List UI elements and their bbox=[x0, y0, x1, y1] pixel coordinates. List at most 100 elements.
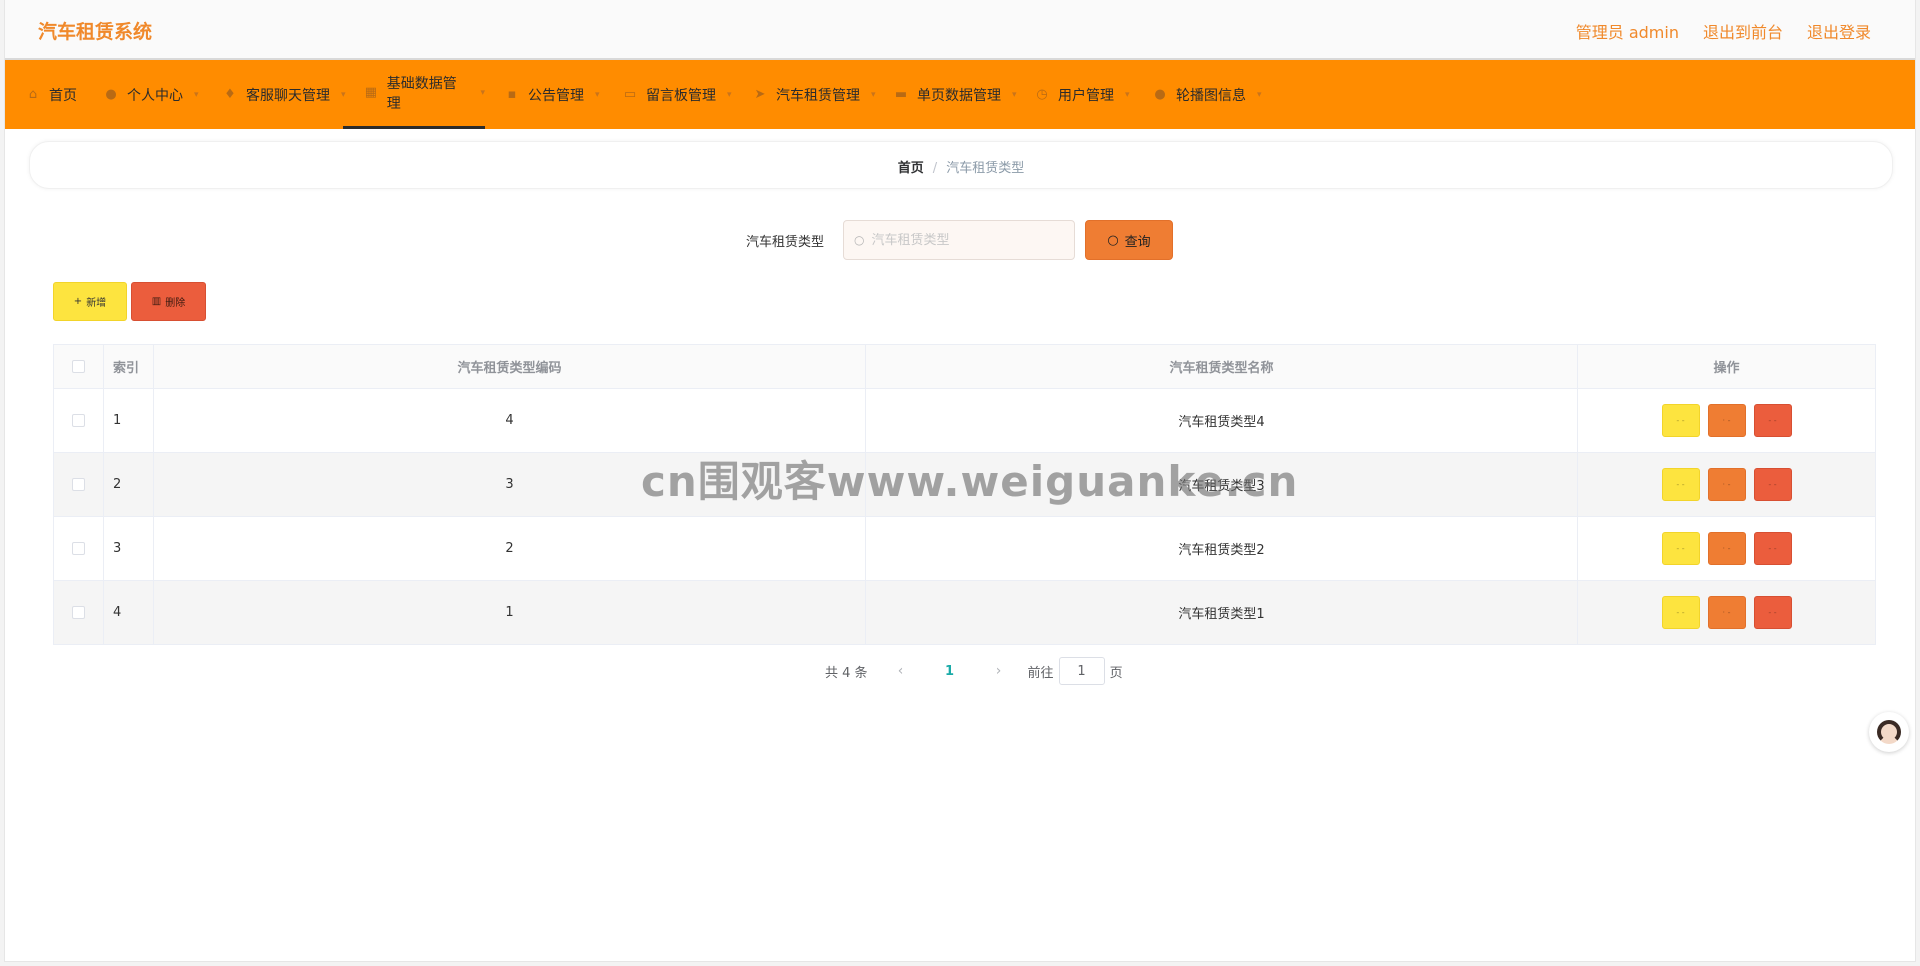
breadcrumb-separator: / bbox=[932, 161, 938, 176]
nav-carousel[interactable]: ● 轮播图信息 ▾ bbox=[1153, 60, 1262, 129]
nav-profile[interactable]: ● 个人中心 ▾ bbox=[104, 60, 199, 129]
row-checkbox[interactable] bbox=[72, 478, 85, 491]
row-index: 4 bbox=[103, 580, 154, 645]
detail-button[interactable]: - - bbox=[1661, 468, 1700, 501]
user-icon: ● bbox=[1154, 86, 1166, 102]
nav-single-page[interactable]: ▬ 单页数据管理 ▾ bbox=[894, 60, 1017, 129]
chevron-down-icon: ▾ bbox=[727, 89, 732, 100]
row-checkbox[interactable] bbox=[72, 542, 85, 555]
chevron-down-icon: ▾ bbox=[595, 89, 600, 100]
nav-label: 留言板管理 bbox=[646, 87, 716, 104]
pagination: 共 4 条 ‹ 1 › 前往 页 bbox=[825, 657, 1123, 685]
edit-button[interactable]: · - bbox=[1707, 468, 1746, 501]
nav-label: 用户管理 bbox=[1058, 87, 1114, 104]
breadcrumb-current: 汽车租赁类型 bbox=[946, 161, 1025, 176]
search-input[interactable] bbox=[871, 232, 1052, 248]
row-checkbox-cell bbox=[53, 388, 104, 453]
header-actions: 操作 bbox=[1577, 344, 1876, 389]
chevron-down-icon: ▾ bbox=[1257, 89, 1262, 100]
front-page-link[interactable]: 退出到前台 bbox=[1703, 19, 1783, 43]
nav-car-rental[interactable]: ➤ 汽车租赁管理 ▾ bbox=[753, 60, 876, 129]
row-name: 汽车租赁类型3 bbox=[865, 452, 1578, 517]
select-all-cell bbox=[53, 344, 104, 389]
nav-label: 基础数据管理 bbox=[386, 76, 457, 112]
chevron-down-icon: ▾ bbox=[1012, 89, 1017, 100]
row-delete-button[interactable]: - - bbox=[1753, 468, 1792, 501]
prev-page-icon[interactable]: ‹ bbox=[890, 663, 912, 679]
detail-button[interactable]: - - bbox=[1661, 404, 1700, 437]
nav-label: 公告管理 bbox=[528, 87, 584, 104]
next-page-icon[interactable]: › bbox=[988, 663, 1010, 679]
chevron-down-icon: ▾ bbox=[194, 89, 199, 100]
clock-icon: ◷ bbox=[1036, 86, 1048, 102]
row-checkbox-cell bbox=[53, 516, 104, 581]
edit-button[interactable]: · - bbox=[1707, 404, 1746, 437]
app-window: 汽车租赁系统 管理员 admin 退出到前台 退出登录 ⌂ 首页 ● 个人中心 … bbox=[4, 0, 1916, 962]
main-nav: ⌂ 首页 ● 个人中心 ▾ ♦ 客服聊天管理 ▾ ▦ 基础数据管理 ▾ ▪ 公告… bbox=[5, 60, 1915, 129]
table-row: 2 3 汽车租赁类型3 - - · - - - bbox=[53, 452, 1876, 517]
row-actions: - - · - - - bbox=[1577, 516, 1876, 581]
detail-button[interactable]: - - bbox=[1661, 532, 1700, 565]
row-checkbox-cell bbox=[53, 580, 104, 645]
page-number-current[interactable]: 1 bbox=[932, 664, 968, 679]
edit-button[interactable]: · - bbox=[1707, 532, 1746, 565]
nav-users[interactable]: ◷ 用户管理 ▾ bbox=[1035, 60, 1130, 129]
search-field[interactable]: ○ bbox=[843, 220, 1075, 260]
nav-chat[interactable]: ♦ 客服聊天管理 ▾ bbox=[223, 60, 345, 129]
message-icon: ▭ bbox=[623, 86, 637, 102]
nav-notice[interactable]: ▪ 公告管理 ▾ bbox=[505, 60, 600, 129]
query-button[interactable]: ○ 查询 bbox=[1085, 220, 1173, 260]
row-name: 汽车租赁类型2 bbox=[865, 516, 1578, 581]
breadcrumb-home[interactable]: 首页 bbox=[898, 161, 924, 176]
chevron-down-icon: ▾ bbox=[1125, 89, 1130, 100]
nav-label: 轮播图信息 bbox=[1176, 87, 1246, 104]
row-index: 1 bbox=[103, 388, 154, 453]
goto-page-input[interactable] bbox=[1058, 657, 1105, 685]
nav-label: 个人中心 bbox=[127, 87, 183, 104]
row-delete-button[interactable]: - - bbox=[1753, 532, 1792, 565]
nav-message-board[interactable]: ▭ 留言板管理 ▾ bbox=[623, 60, 732, 129]
nav-label: 汽车租赁管理 bbox=[776, 87, 860, 104]
pagination-total: 共 4 条 bbox=[825, 665, 868, 681]
data-table: 索引 汽车租赁类型编码 汽车租赁类型名称 操作 1 4 汽车租赁类型4 - - … bbox=[53, 344, 1876, 645]
table-row: 3 2 汽车租赁类型2 - - · - - - bbox=[53, 516, 1876, 581]
row-checkbox-cell bbox=[53, 452, 104, 517]
row-name: 汽车租赁类型4 bbox=[865, 388, 1578, 453]
row-actions: - - · - - - bbox=[1577, 580, 1876, 645]
row-delete-button[interactable]: - - bbox=[1753, 596, 1792, 629]
row-index: 3 bbox=[103, 516, 154, 581]
chevron-down-icon: ▾ bbox=[480, 88, 485, 98]
navigation-icon: ➤ bbox=[754, 86, 766, 102]
avatar-face-icon bbox=[1877, 720, 1901, 744]
delete-button[interactable]: ▥ 删除 bbox=[131, 282, 206, 321]
row-delete-button[interactable]: - - bbox=[1753, 404, 1792, 437]
row-code: 4 bbox=[153, 388, 866, 453]
header-name: 汽车租赁类型名称 bbox=[865, 344, 1578, 389]
nav-label: 单页数据管理 bbox=[917, 87, 1001, 104]
add-button[interactable]: + 新增 bbox=[53, 282, 127, 321]
header-index: 索引 bbox=[103, 344, 154, 389]
row-checkbox[interactable] bbox=[72, 414, 85, 427]
detail-button[interactable]: - - bbox=[1661, 596, 1700, 629]
row-actions: - - · - - - bbox=[1577, 452, 1876, 517]
grid-icon: ▦ bbox=[364, 85, 378, 100]
search-icon: ○ bbox=[1107, 232, 1119, 248]
breadcrumb: 首页 / 汽车租赁类型 bbox=[29, 141, 1893, 189]
table-row: 1 4 汽车租赁类型4 - - · - - - bbox=[53, 388, 1876, 453]
row-code: 1 bbox=[153, 580, 866, 645]
admin-user-link[interactable]: 管理员 admin bbox=[1576, 19, 1679, 43]
plus-icon: + bbox=[73, 296, 83, 307]
pin-icon: ♦ bbox=[224, 86, 236, 102]
search-icon: ○ bbox=[854, 233, 865, 247]
header-links: 管理员 admin 退出到前台 退出登录 bbox=[1576, 19, 1871, 43]
row-checkbox[interactable] bbox=[72, 606, 85, 619]
nav-home[interactable]: ⌂ 首页 bbox=[26, 60, 77, 129]
apps-icon: ▪ bbox=[507, 86, 517, 102]
logout-link[interactable]: 退出登录 bbox=[1807, 19, 1871, 43]
support-avatar[interactable] bbox=[1869, 712, 1909, 752]
edit-button[interactable]: · - bbox=[1707, 596, 1746, 629]
table-header-row: 索引 汽车租赁类型编码 汽车租赁类型名称 操作 bbox=[53, 344, 1876, 389]
nav-basic-data[interactable]: ▦ 基础数据管理 ▾ bbox=[343, 60, 485, 129]
breadcrumb-trail: 首页 / 汽车租赁类型 bbox=[30, 157, 1892, 176]
select-all-checkbox[interactable] bbox=[72, 360, 85, 373]
